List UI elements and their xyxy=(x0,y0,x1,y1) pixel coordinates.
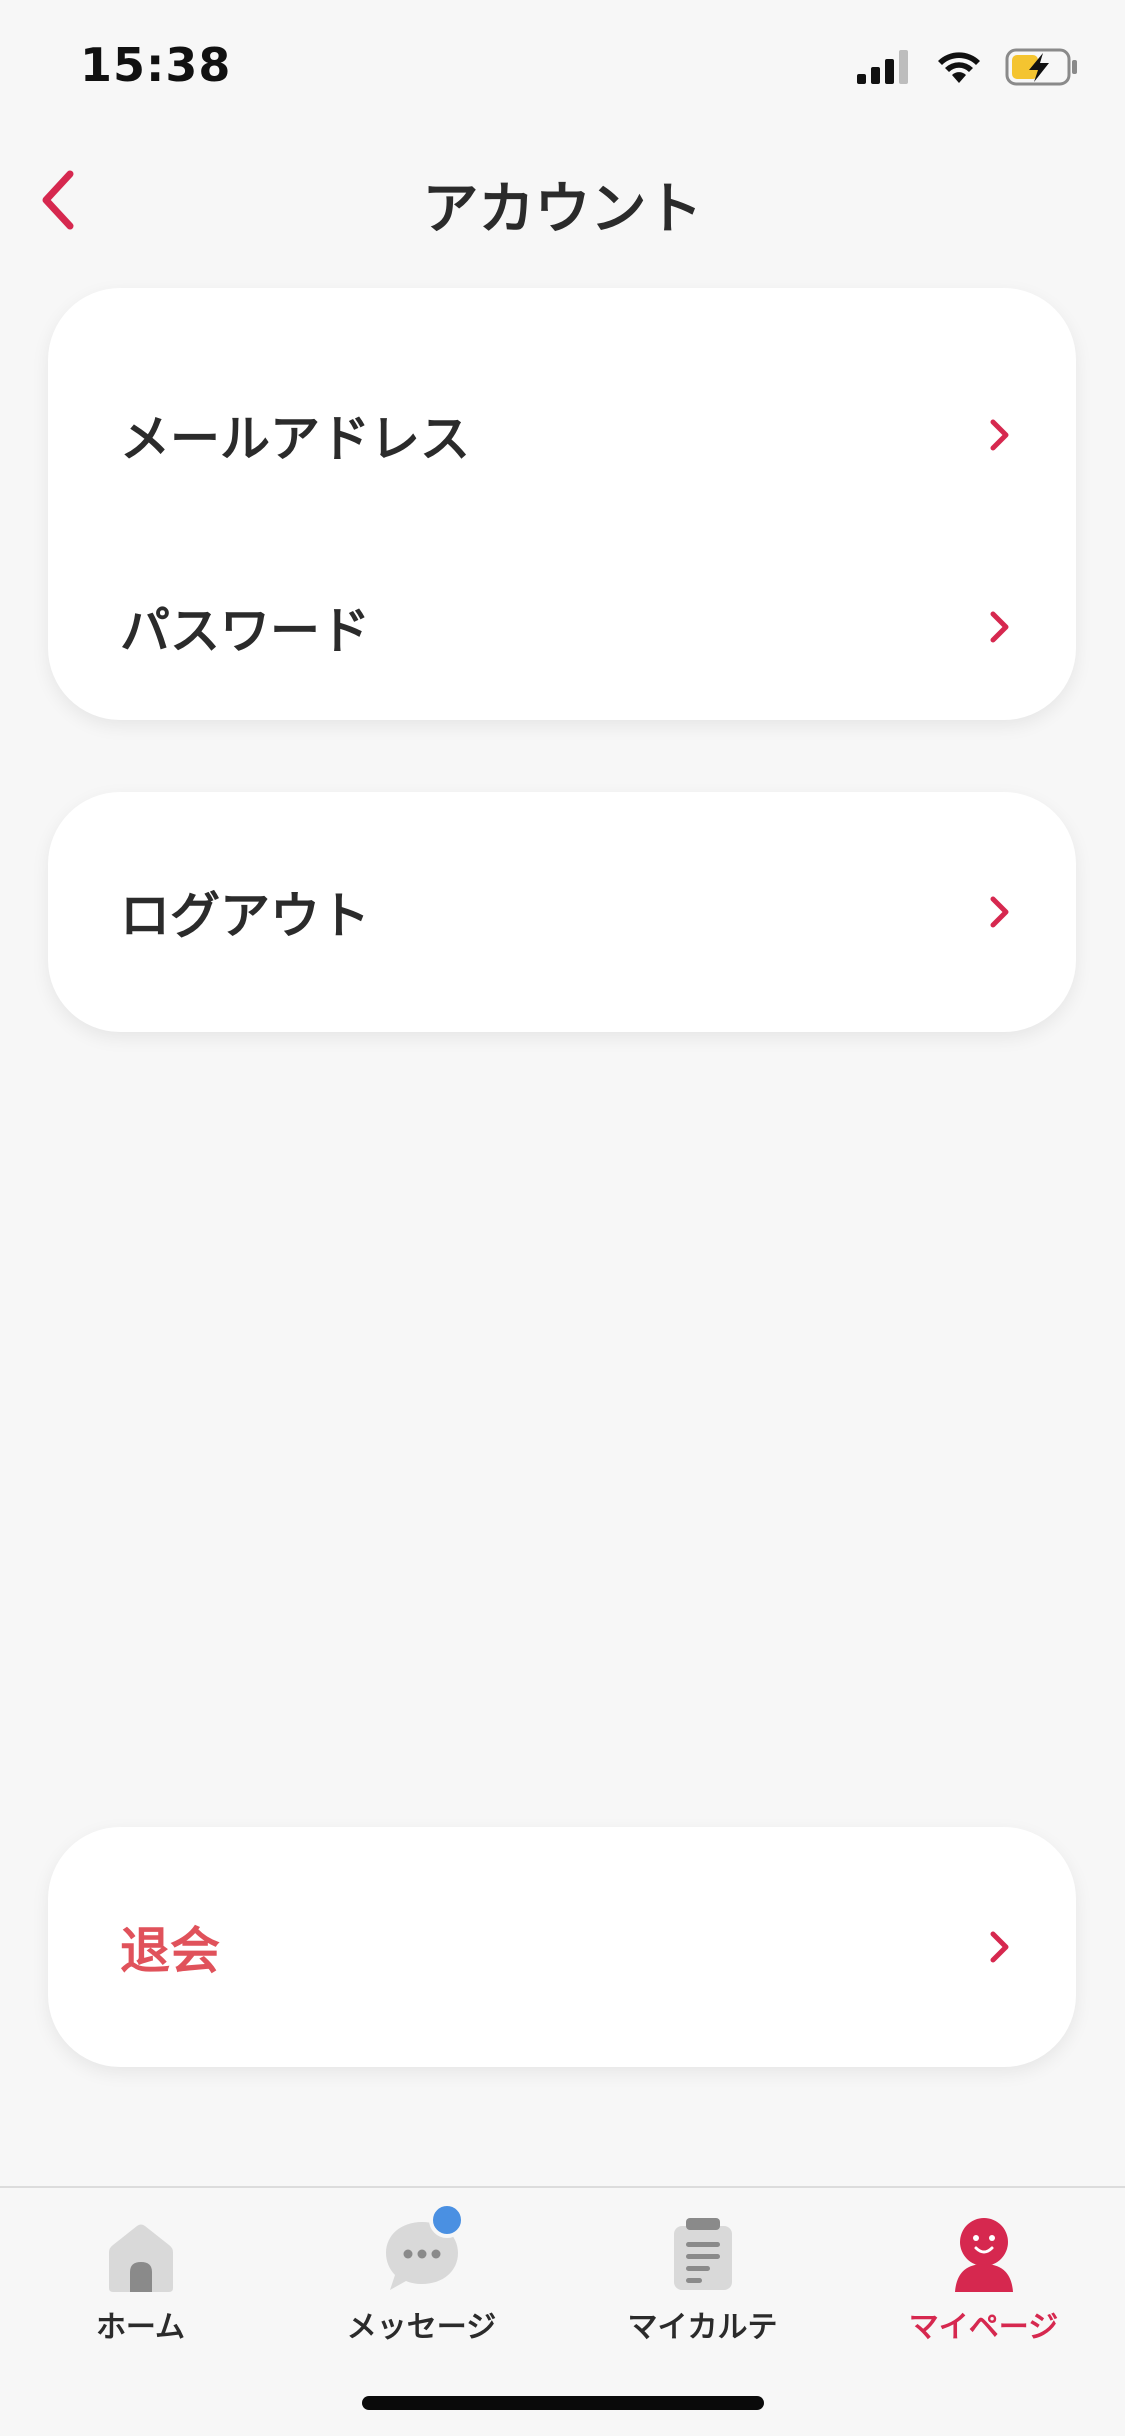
signal-icon xyxy=(857,50,908,84)
password-row[interactable]: パスワード xyxy=(48,552,1076,702)
clipboard-icon xyxy=(673,2218,732,2290)
password-label: パスワード xyxy=(120,602,370,660)
withdraw-card: 退会 xyxy=(48,1827,1076,2067)
wifi-icon xyxy=(938,52,980,83)
email-row[interactable]: メールアドレス xyxy=(48,360,1076,510)
page-title: アカウント xyxy=(422,177,703,242)
tab-label: マイページ xyxy=(908,2310,1059,2345)
tab-label: メッセージ xyxy=(346,2310,497,2345)
tab-my-page[interactable]: マイページ xyxy=(843,2212,1124,2352)
tab-home[interactable]: ホーム xyxy=(0,2212,281,2352)
nav-bar: アカウント xyxy=(0,150,1125,250)
battery-charging-icon xyxy=(1005,48,1077,86)
withdraw-row[interactable]: 退会 xyxy=(48,1872,1076,2022)
tab-messages[interactable]: メッセージ xyxy=(281,2202,562,2352)
logout-row[interactable]: ログアウト xyxy=(48,837,1076,987)
logout-card: ログアウト xyxy=(48,792,1076,1032)
email-label: メールアドレス xyxy=(120,410,470,468)
status-bar: 15:38 xyxy=(0,0,1125,130)
logout-label: ログアウト xyxy=(120,887,370,945)
person-icon xyxy=(954,2218,1013,2292)
tab-my-chart[interactable]: マイカルテ xyxy=(562,2212,843,2352)
chevron-right-icon xyxy=(990,1931,1009,1963)
withdraw-label: 退会 xyxy=(120,1922,220,1980)
tab-label: ホーム xyxy=(95,2310,186,2345)
home-indicator xyxy=(362,2396,764,2410)
chevron-right-icon xyxy=(990,419,1009,451)
tab-label: マイカルテ xyxy=(627,2310,778,2345)
account-screen: 15:38 アカウント メールアドレス パスワード ログアウト 退会 ホーム メ… xyxy=(0,0,1125,2436)
account-settings-card: メールアドレス パスワード xyxy=(48,288,1076,720)
chevron-right-icon xyxy=(990,896,1009,928)
unread-badge-dot xyxy=(429,2202,465,2238)
status-time: 15:38 xyxy=(80,38,232,92)
status-icons xyxy=(857,48,1079,86)
chevron-right-icon xyxy=(990,611,1009,643)
home-icon xyxy=(108,2224,173,2292)
